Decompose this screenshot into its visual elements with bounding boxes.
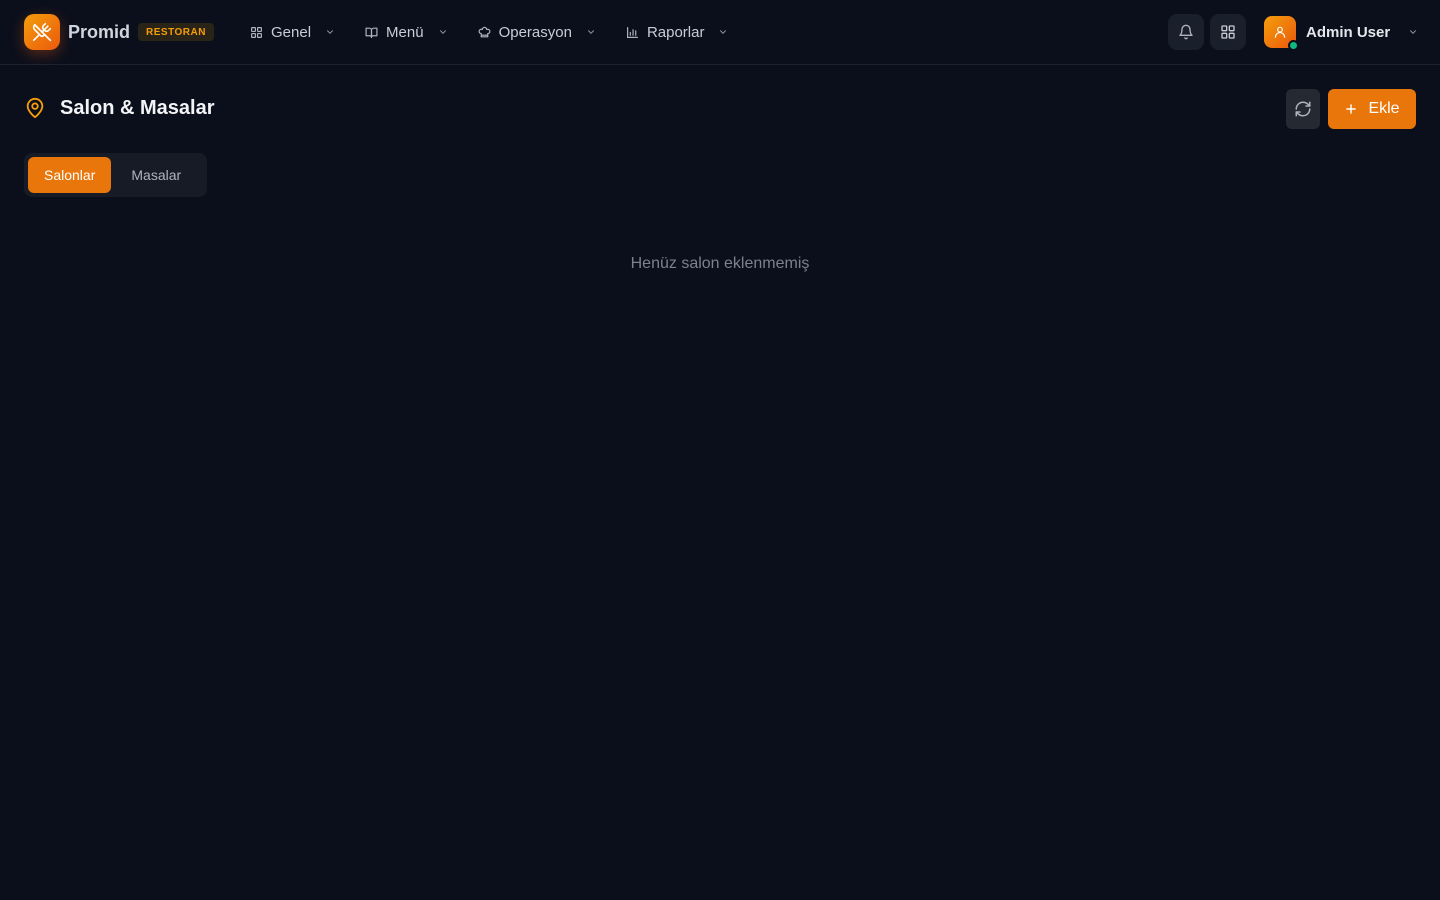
nav-item-label: Genel [271, 23, 312, 41]
chevron-down-icon [718, 27, 728, 37]
bar-chart-icon [626, 26, 639, 39]
user-menu[interactable]: Admin User [1264, 16, 1418, 51]
map-pin-icon [24, 96, 46, 120]
chef-hat-icon [478, 26, 491, 39]
add-button[interactable]: Ekle [1328, 89, 1416, 129]
apps-button[interactable] [1210, 14, 1246, 50]
brand[interactable]: Promid RESTORAN [24, 14, 214, 50]
utensils-crossed-icon [24, 14, 60, 50]
refresh-icon [1294, 100, 1312, 118]
nav-item-raporlar[interactable]: Raporlar [616, 16, 739, 48]
layout-grid-icon [250, 26, 263, 39]
chevron-down-icon [325, 27, 335, 37]
user-name: Admin User [1306, 23, 1391, 41]
tab-bar: Salonlar Masalar [24, 153, 207, 197]
refresh-button[interactable] [1286, 89, 1320, 129]
brand-name: Promid [68, 21, 131, 42]
plus-icon [1344, 102, 1358, 116]
notifications-button[interactable] [1168, 14, 1204, 50]
user-icon [1273, 25, 1287, 39]
online-status-dot [1288, 40, 1299, 51]
nav-item-genel[interactable]: Genel [240, 16, 345, 48]
add-button-label: Ekle [1368, 100, 1400, 117]
chevron-down-icon [1408, 27, 1418, 37]
empty-state-message: Henüz salon eklenmemiş [630, 255, 810, 272]
top-navigation-bar: Promid RESTORAN Genel Menü Operasyon Rap… [0, 0, 1440, 65]
nav-item-menu[interactable]: Menü [355, 16, 458, 48]
grid-icon [1220, 24, 1236, 40]
chevron-down-icon [438, 27, 448, 37]
page-header: Salon & Masalar [24, 96, 215, 120]
main-nav: Genel Menü Operasyon Raporlar [240, 16, 738, 48]
tab-masalar[interactable]: Masalar [115, 157, 197, 193]
tab-salonlar[interactable]: Salonlar [28, 157, 112, 193]
nav-item-label: Operasyon [498, 23, 572, 41]
nav-item-label: Menü [386, 23, 424, 41]
brand-badge: RESTORAN [138, 23, 214, 41]
nav-item-operasyon[interactable]: Operasyon [468, 16, 606, 48]
avatar [1264, 16, 1299, 51]
book-open-icon [365, 26, 378, 39]
nav-item-label: Raporlar [646, 23, 705, 41]
page-title: Salon & Masalar [60, 96, 215, 119]
chevron-down-icon [586, 27, 596, 37]
bell-icon [1178, 24, 1194, 40]
